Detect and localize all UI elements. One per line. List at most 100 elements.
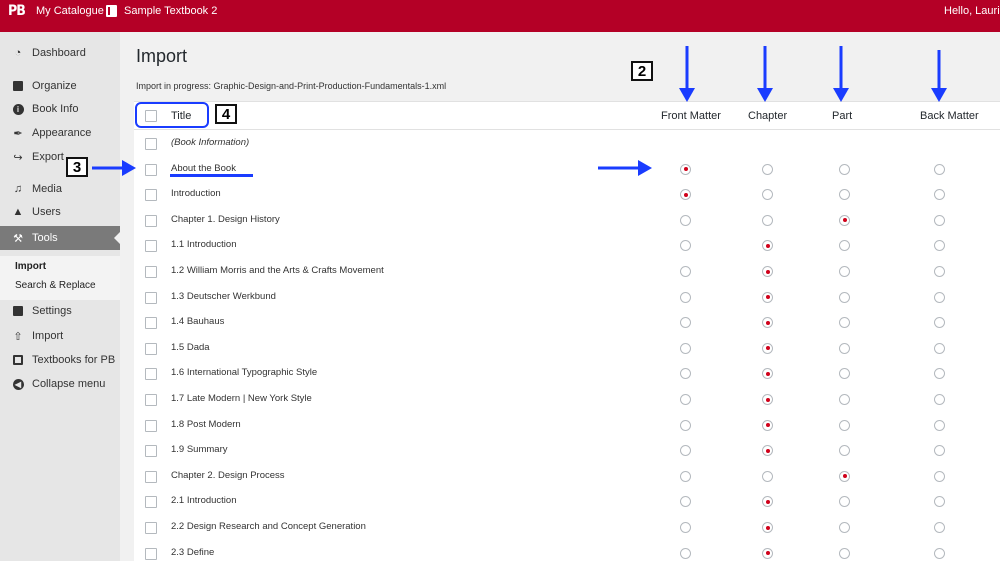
radio-back-matter[interactable] bbox=[934, 496, 945, 508]
row-checkbox[interactable] bbox=[145, 368, 157, 381]
radio-back-matter[interactable] bbox=[934, 163, 945, 175]
radio-front-matter[interactable] bbox=[680, 547, 691, 559]
radio-front-matter[interactable] bbox=[680, 163, 691, 175]
radio-part[interactable] bbox=[839, 445, 850, 457]
menu-book-info[interactable]: i Book Info bbox=[0, 98, 120, 120]
radio-back-matter[interactable] bbox=[934, 291, 945, 303]
radio-back-matter[interactable] bbox=[934, 317, 945, 329]
radio-part[interactable] bbox=[839, 470, 850, 482]
radio-back-matter[interactable] bbox=[934, 240, 945, 252]
radio-back-matter[interactable] bbox=[934, 368, 945, 380]
radio-chapter[interactable] bbox=[762, 547, 773, 559]
row-checkbox[interactable] bbox=[145, 214, 157, 227]
my-catalogue-link[interactable]: My Catalogue bbox=[36, 0, 104, 22]
menu-users[interactable]: ▲ Users bbox=[0, 201, 120, 223]
radio-part[interactable] bbox=[839, 266, 850, 277]
menu-export[interactable]: ↪ Export bbox=[0, 146, 120, 168]
submenu-search-replace[interactable]: Search & Replace bbox=[15, 280, 96, 291]
row-checkbox[interactable] bbox=[145, 522, 157, 534]
submenu-import[interactable]: Import bbox=[15, 261, 46, 272]
row-checkbox[interactable] bbox=[145, 291, 157, 304]
radio-chapter[interactable] bbox=[762, 419, 773, 431]
radio-chapter[interactable] bbox=[762, 470, 773, 482]
radio-part[interactable] bbox=[839, 189, 850, 201]
radio-part[interactable] bbox=[839, 522, 850, 533]
radio-part[interactable] bbox=[839, 291, 850, 303]
radio-part[interactable] bbox=[839, 496, 850, 508]
pressbooks-logo[interactable]: PB bbox=[8, 0, 26, 22]
radio-part[interactable] bbox=[839, 419, 850, 431]
menu-organize[interactable]: Organize bbox=[0, 75, 120, 97]
radio-front-matter[interactable] bbox=[680, 522, 691, 533]
user-greeting[interactable]: Hello, Lauri bbox=[944, 0, 1000, 22]
radio-chapter[interactable] bbox=[762, 522, 773, 533]
radio-front-matter[interactable] bbox=[680, 368, 691, 380]
row-checkbox[interactable] bbox=[145, 240, 157, 253]
radio-back-matter[interactable] bbox=[934, 445, 945, 457]
row-checkbox[interactable] bbox=[145, 394, 157, 406]
radio-part[interactable] bbox=[839, 163, 850, 175]
radio-part[interactable] bbox=[839, 368, 850, 380]
radio-back-matter[interactable] bbox=[934, 522, 945, 533]
radio-chapter[interactable] bbox=[762, 189, 773, 201]
row-checkbox[interactable] bbox=[145, 419, 157, 432]
radio-chapter[interactable] bbox=[762, 496, 773, 508]
menu-tools[interactable]: ⚒ Tools bbox=[0, 226, 120, 250]
menu-textbooks-for-pb[interactable]: Textbooks for PB bbox=[0, 349, 120, 371]
radio-chapter[interactable] bbox=[762, 266, 773, 277]
row-checkbox[interactable] bbox=[145, 496, 157, 509]
radio-back-matter[interactable] bbox=[934, 547, 945, 559]
radio-front-matter[interactable] bbox=[680, 470, 691, 482]
radio-front-matter[interactable] bbox=[680, 496, 691, 508]
book-title-link[interactable]: Sample Textbook 2 bbox=[124, 0, 217, 22]
radio-back-matter[interactable] bbox=[934, 266, 945, 277]
row-checkbox[interactable] bbox=[145, 470, 157, 483]
radio-front-matter[interactable] bbox=[680, 189, 691, 201]
radio-front-matter[interactable] bbox=[680, 394, 691, 405]
radio-part[interactable] bbox=[839, 317, 850, 329]
radio-front-matter[interactable] bbox=[680, 291, 691, 303]
radio-front-matter[interactable] bbox=[680, 266, 691, 277]
row-checkbox[interactable] bbox=[145, 342, 157, 355]
radio-back-matter[interactable] bbox=[934, 394, 945, 405]
column-chapter: Chapter bbox=[748, 110, 788, 122]
collapse-menu-button[interactable]: ◀ Collapse menu bbox=[0, 373, 120, 395]
menu-settings[interactable]: Settings bbox=[0, 300, 120, 322]
row-checkbox[interactable] bbox=[145, 189, 157, 202]
radio-chapter[interactable] bbox=[762, 368, 773, 380]
radio-chapter[interactable] bbox=[762, 342, 773, 354]
radio-back-matter[interactable] bbox=[934, 419, 945, 431]
radio-front-matter[interactable] bbox=[680, 445, 691, 457]
menu-import[interactable]: ⇧ Import bbox=[0, 325, 120, 347]
radio-chapter[interactable] bbox=[762, 317, 773, 329]
menu-dashboard[interactable]: ◔ Dashboard bbox=[0, 42, 120, 64]
radio-chapter[interactable] bbox=[762, 445, 773, 457]
radio-part[interactable] bbox=[839, 240, 850, 252]
radio-chapter[interactable] bbox=[762, 291, 773, 303]
radio-front-matter[interactable] bbox=[680, 419, 691, 431]
menu-media[interactable]: ♫ Media bbox=[0, 178, 120, 200]
row-checkbox[interactable] bbox=[145, 445, 157, 458]
radio-front-matter[interactable] bbox=[680, 240, 691, 252]
radio-part[interactable] bbox=[839, 394, 850, 405]
radio-back-matter[interactable] bbox=[934, 470, 945, 482]
radio-chapter[interactable] bbox=[762, 240, 773, 252]
radio-front-matter[interactable] bbox=[680, 214, 691, 226]
row-checkbox[interactable] bbox=[145, 266, 157, 278]
radio-part[interactable] bbox=[839, 547, 850, 559]
radio-chapter[interactable] bbox=[762, 163, 773, 175]
row-checkbox[interactable] bbox=[145, 163, 157, 176]
radio-front-matter[interactable] bbox=[680, 342, 691, 354]
radio-back-matter[interactable] bbox=[934, 214, 945, 226]
row-checkbox[interactable] bbox=[145, 317, 157, 330]
radio-chapter[interactable] bbox=[762, 394, 773, 405]
radio-part[interactable] bbox=[839, 342, 850, 354]
row-checkbox[interactable] bbox=[145, 547, 157, 560]
radio-back-matter[interactable] bbox=[934, 342, 945, 354]
radio-front-matter[interactable] bbox=[680, 317, 691, 329]
radio-part[interactable] bbox=[839, 214, 850, 226]
row-checkbox[interactable] bbox=[145, 138, 157, 150]
radio-back-matter[interactable] bbox=[934, 189, 945, 201]
radio-chapter[interactable] bbox=[762, 214, 773, 226]
menu-appearance[interactable]: ✒ Appearance bbox=[0, 122, 120, 144]
